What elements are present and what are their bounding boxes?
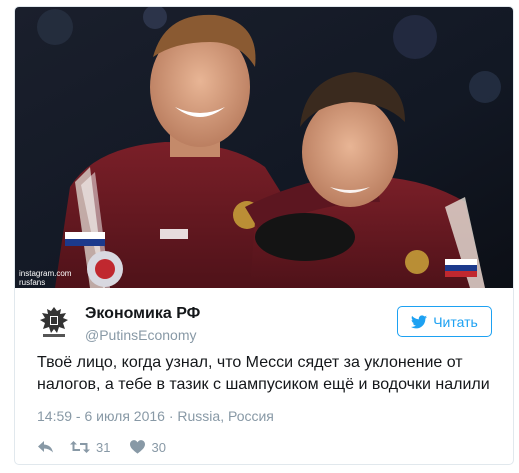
reply-icon — [38, 441, 53, 453]
photo-illustration — [15, 7, 513, 288]
reply-button[interactable] — [37, 440, 54, 454]
watermark-line2: rusfans — [19, 278, 46, 287]
twitter-bird-icon — [411, 314, 428, 328]
tweet-meta: 14:59 - 6 июля 2016 · Russia, Россия — [37, 408, 274, 424]
tweet-text-line2: налогов, а тебе в тазик с шампусиком ещё… — [37, 376, 490, 393]
retweet-icon — [70, 441, 90, 453]
tweet-header: Экономика РФ @PutinsEconomy Читать — [15, 288, 513, 348]
coat-of-arms-icon — [35, 303, 73, 341]
watermark-line1: instagram.com — [19, 269, 72, 278]
author-handle[interactable]: @PutinsEconomy — [85, 327, 196, 343]
tweet-text-line1: Твоё лицо, когда узнал, что Месси сядет … — [37, 354, 463, 371]
avatar[interactable] — [35, 303, 73, 341]
like-count: 30 — [151, 439, 166, 455]
photo-watermark: instagram.com rusfans — [19, 269, 71, 287]
like-button[interactable]: 30 — [130, 439, 166, 455]
retweet-count: 31 — [96, 439, 111, 455]
tweet-actions: 31 30 — [37, 437, 166, 457]
author-name[interactable]: Экономика РФ — [85, 305, 200, 323]
follow-button-label: Читать — [433, 313, 478, 330]
tweet-location[interactable]: Russia, Россия — [177, 408, 273, 424]
retweet-button[interactable]: 31 — [70, 440, 110, 455]
tweet-card: instagram.com rusfans Экономика РФ @Puti… — [14, 6, 514, 465]
tweet-timestamp[interactable]: 14:59 - 6 июля 2016 — [37, 408, 165, 424]
meta-separator: · — [168, 408, 174, 424]
tweet-text: Твоё лицо, когда узнал, что Месси сядет … — [37, 352, 497, 396]
follow-button[interactable]: Читать — [397, 306, 492, 337]
tweet-photo[interactable]: instagram.com rusfans — [15, 7, 513, 288]
heart-icon — [130, 440, 146, 454]
